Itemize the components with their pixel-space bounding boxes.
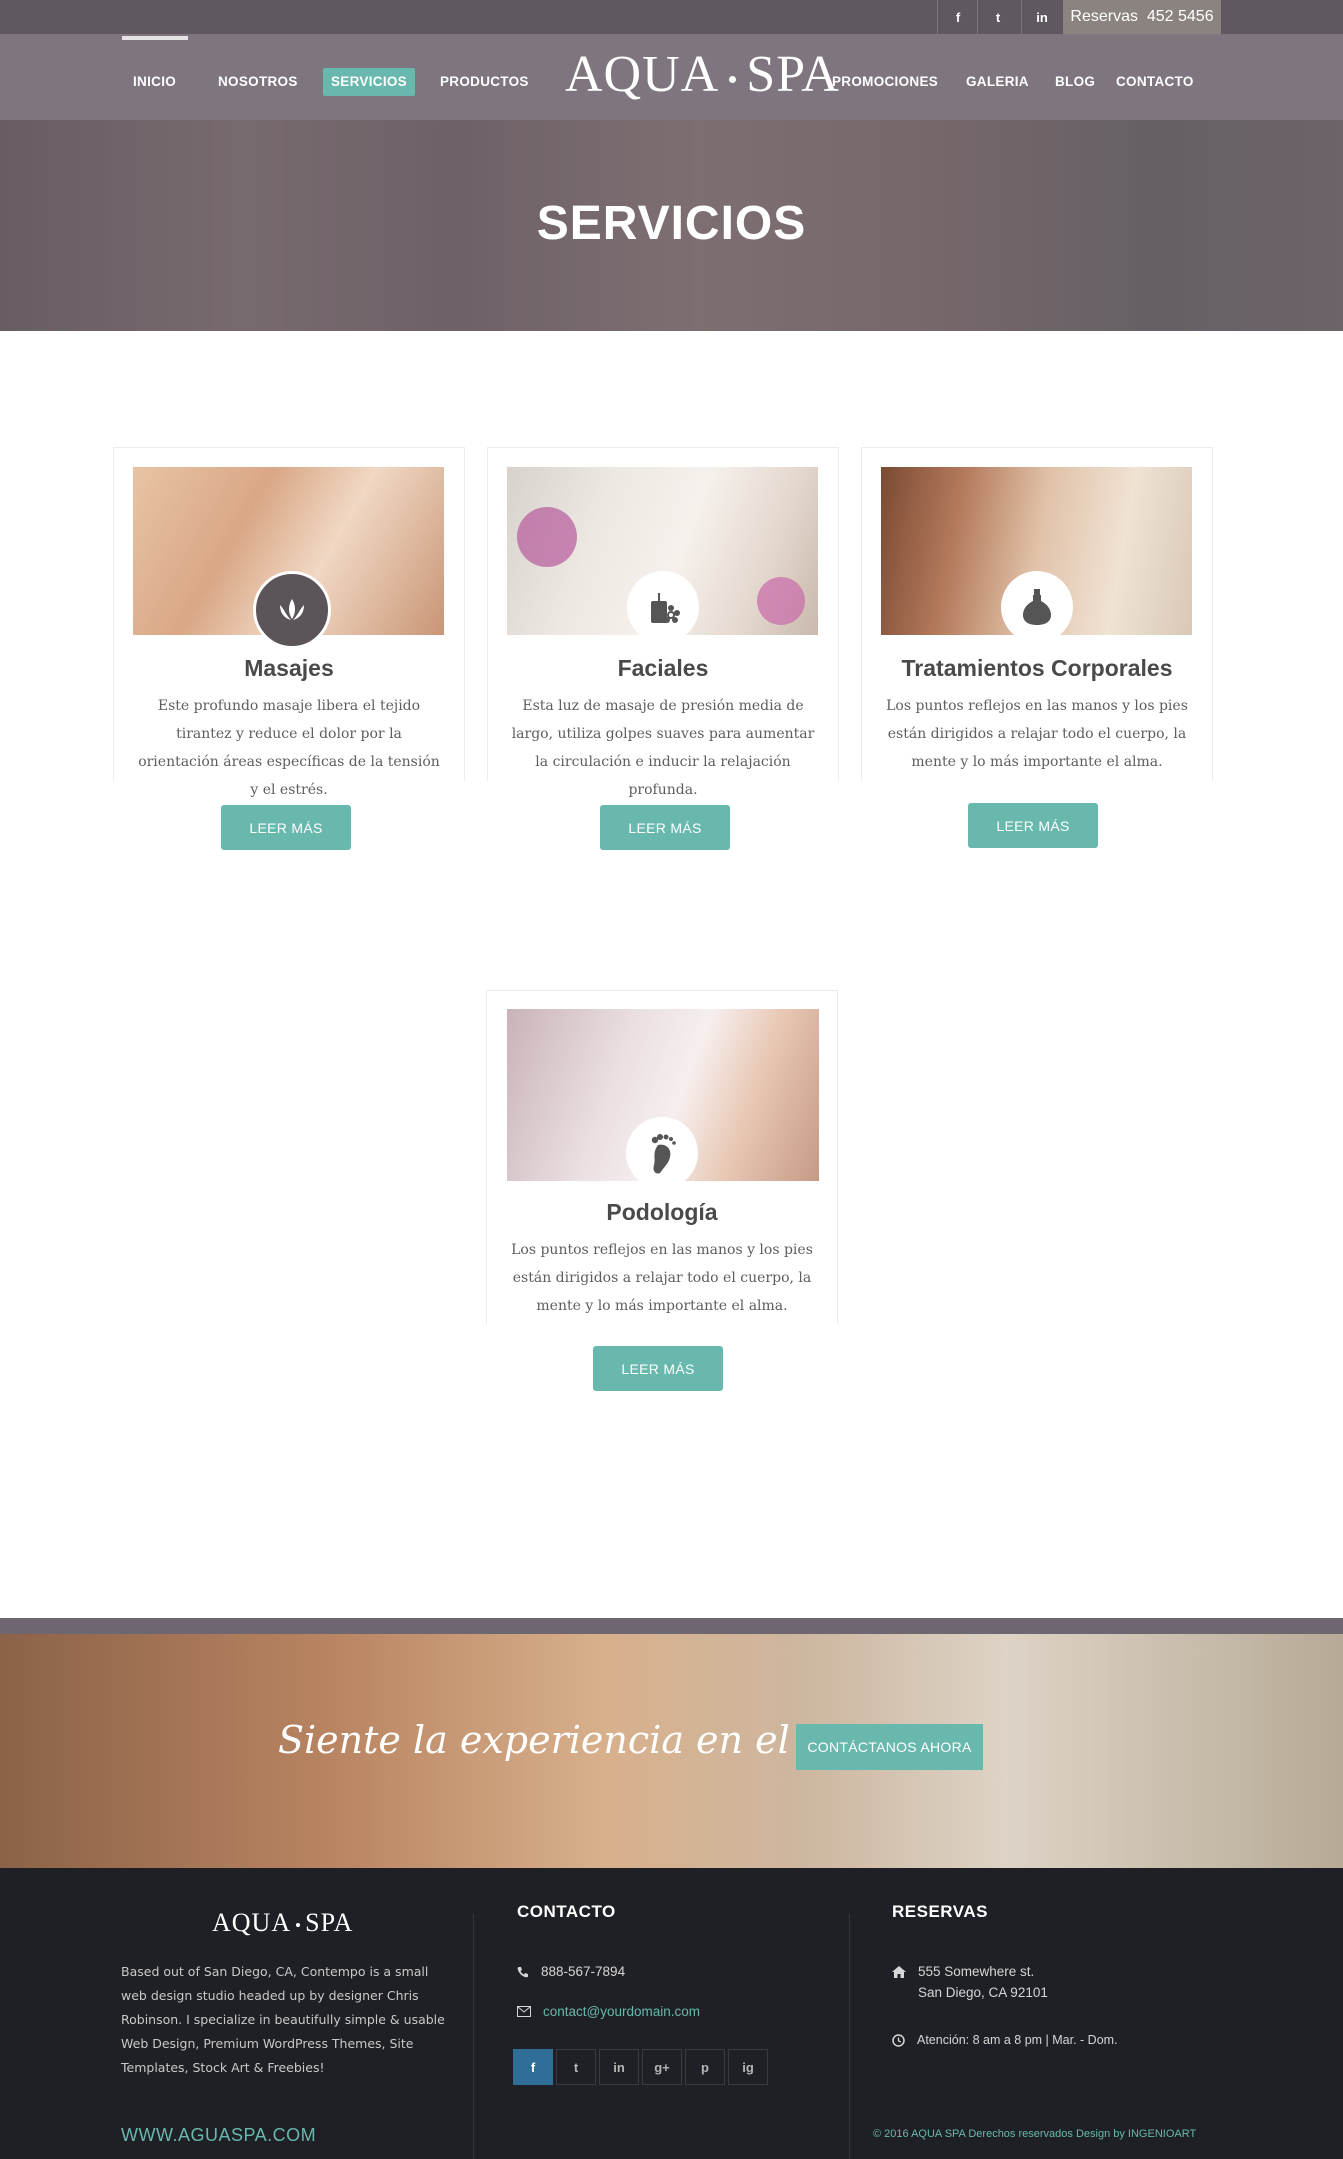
footer-linkedin-label: in — [613, 2059, 625, 2075]
service-description: Este profundo masaje libera el tejido ti… — [138, 698, 440, 798]
footer-hours: Atención: 8 am a 8 pm | Mar. - Dom. — [892, 2033, 1118, 2047]
contact-heading: CONTACTO — [517, 1902, 616, 1921]
service-description: Los puntos reflejos en las manos y los p… — [886, 698, 1188, 770]
clock-icon — [892, 2033, 905, 2047]
home-icon — [892, 1966, 906, 1978]
service-description: Los puntos reflejos en las manos y los p… — [511, 1242, 813, 1314]
facebook-icon[interactable]: f — [937, 0, 978, 34]
twitter-label: t — [995, 9, 1001, 25]
nav-inicio[interactable]: INICIO — [125, 68, 184, 96]
footer-phone: 888-567-7894 — [517, 1964, 625, 1979]
footer: AQUA SPA Based out of San Diego, CA, Cont… — [0, 1868, 1343, 2159]
linkedin-label: in — [1036, 9, 1048, 25]
footer-googleplus-label: g+ — [654, 2059, 670, 2075]
hero-banner: SERVICIOS — [0, 120, 1343, 331]
read-more-button-tratamientos[interactable]: LEER MÁS — [968, 803, 1098, 848]
cta-band: Siente la experiencia en el Spa CONTÁCTA… — [0, 1634, 1343, 1868]
cta-script-text: Siente la experiencia en el Spa — [278, 1718, 875, 1762]
candle-flower-icon — [627, 571, 699, 643]
copyright: © 2016 AQUA SPA Derechos reservados Desi… — [873, 2128, 1197, 2140]
reservations-label: Reservas — [1070, 8, 1138, 25]
email-link[interactable]: contact@yourdomain.com — [543, 2004, 700, 2019]
footer-logo-dot — [296, 1923, 301, 1928]
service-card-podologia: Podología Los puntos reflejos en las man… — [486, 990, 838, 1324]
footer-twitter-label: t — [573, 2059, 579, 2075]
page-title: SERVICIOS — [536, 197, 807, 250]
top-strip: f t in Reservas 452 5456 — [0, 0, 1343, 34]
band-divider — [0, 1618, 1343, 1634]
oil-bottle-icon — [1001, 571, 1073, 643]
logo[interactable]: AQUA SPA — [565, 45, 839, 105]
service-title: Podología — [606, 1199, 718, 1225]
phone-number: 888-567-7894 — [541, 1964, 626, 1979]
logo-dot — [729, 75, 737, 83]
address-line-1: 555 Somewhere st. — [918, 1964, 1035, 1979]
footer-logo-right: SPA — [305, 1908, 354, 1937]
footer-website-link[interactable]: WWW.AGUASPA.COM — [121, 2125, 316, 2146]
facebook-label: f — [955, 9, 961, 25]
footer-linkedin-icon[interactable]: in — [599, 2049, 639, 2085]
nav-blog[interactable]: BLOG — [1047, 68, 1103, 96]
service-card-faciales: Faciales Esta luz de masaje de presión m… — [487, 447, 839, 798]
service-description: Esta luz de masaje de presión media de l… — [511, 698, 815, 798]
reservations-button[interactable]: Reservas 452 5456 — [1063, 0, 1221, 34]
phone-icon — [517, 1966, 528, 1977]
footer-googleplus-icon[interactable]: g+ — [642, 2049, 682, 2085]
nav-promociones[interactable]: PROMOCIONES — [824, 68, 946, 96]
address-line-2: San Diego, CA 92101 — [918, 1985, 1048, 2000]
footer-email[interactable]: contact@yourdomain.com — [517, 2004, 700, 2019]
business-hours: Atención: 8 am a 8 pm | Mar. - Dom. — [917, 2033, 1118, 2047]
nav-nosotros[interactable]: NOSOTROS — [210, 68, 306, 96]
nav-contacto[interactable]: CONTACTO — [1108, 68, 1202, 96]
footer-pinterest-icon[interactable]: p — [685, 2049, 725, 2085]
service-title: Faciales — [617, 655, 709, 681]
service-card-masajes: Masajes Este profundo masaje libera el t… — [113, 447, 465, 798]
nav-servicios[interactable]: SERVICIOS — [323, 68, 415, 96]
footer-instagram-icon[interactable]: ig — [728, 2049, 768, 2085]
foot-icon — [626, 1117, 698, 1189]
footer-about: Based out of San Diego, CA, Contempo is … — [121, 1964, 445, 2075]
footer-address: 555 Somewhere st. San Diego, CA 92101 — [892, 1964, 1048, 2000]
footer-divider — [473, 1914, 474, 2159]
footer-pinterest-label: p — [701, 2059, 709, 2075]
nav-galeria[interactable]: GALERIA — [958, 68, 1037, 96]
twitter-icon[interactable]: t — [977, 0, 1018, 34]
lotus-icon — [253, 571, 331, 649]
reservations-phone: 452 5456 — [1146, 8, 1214, 25]
logo-left: AQUA — [565, 46, 720, 103]
read-more-button-podologia[interactable]: LEER MÁS — [593, 1346, 723, 1391]
nav-active-indicator — [122, 36, 188, 40]
read-more-button-faciales[interactable]: LEER MÁS — [600, 805, 730, 850]
main-nav: INICIO NOSOTROS SERVICIOS PRODUCTOS AQUA… — [0, 34, 1343, 120]
footer-twitter-icon[interactable]: t — [556, 2049, 596, 2085]
reservations-heading: RESERVAS — [892, 1902, 988, 1921]
footer-instagram-label: ig — [742, 2059, 754, 2075]
envelope-icon — [517, 2006, 531, 2017]
service-card-tratamientos: Tratamientos Corporales Los puntos refle… — [861, 447, 1213, 781]
footer-logo-left: AQUA — [212, 1908, 292, 1937]
linkedin-icon[interactable]: in — [1021, 0, 1062, 34]
service-title: Tratamientos Corporales — [901, 655, 1173, 681]
nav-productos[interactable]: PRODUCTOS — [432, 68, 537, 96]
footer-facebook-icon[interactable]: f — [513, 2049, 553, 2085]
footer-logo[interactable]: AQUA SPA — [212, 1908, 353, 1938]
read-more-button-masajes[interactable]: LEER MÁS — [221, 805, 351, 850]
contact-now-button[interactable]: CONTÁCTANOS AHORA — [796, 1724, 983, 1770]
footer-facebook-label: f — [530, 2059, 536, 2075]
footer-divider — [849, 1914, 850, 2159]
service-title: Masajes — [244, 655, 334, 681]
